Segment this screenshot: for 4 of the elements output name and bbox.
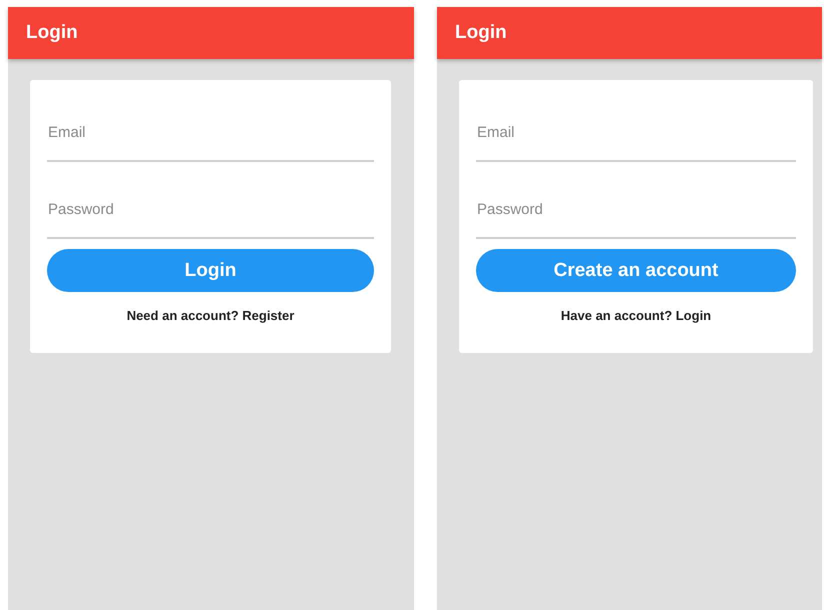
app-title: Login	[26, 22, 78, 44]
account-link[interactable]: Need an account? Register	[47, 308, 374, 323]
app-title: Login	[455, 22, 507, 44]
account-link[interactable]: Have an account? Login	[476, 308, 796, 323]
